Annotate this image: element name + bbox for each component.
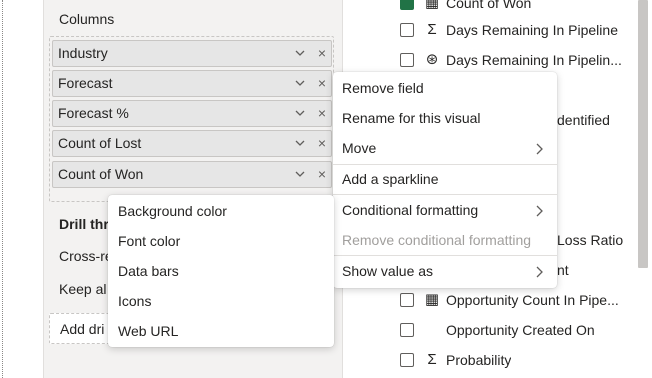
field-row-probability[interactable]: Σ Probability bbox=[398, 349, 638, 371]
chevron-right-icon bbox=[536, 266, 543, 278]
checkbox[interactable] bbox=[400, 323, 414, 337]
chevron-down-icon[interactable] bbox=[295, 79, 305, 87]
checkbox[interactable] bbox=[400, 353, 414, 367]
remove-field-icon[interactable]: × bbox=[315, 71, 329, 96]
checkbox[interactable] bbox=[400, 293, 414, 307]
menu-item-label: Show value as bbox=[342, 263, 434, 279]
calculator-icon: ▦ bbox=[424, 291, 440, 308]
field-name: Opportunity Created On bbox=[446, 322, 595, 338]
menu-item-label: Background color bbox=[118, 203, 227, 219]
submenu-item-web-url[interactable]: Web URL bbox=[108, 316, 334, 346]
checkbox-checked[interactable] bbox=[400, 0, 414, 10]
field-row-days-remaining-hierarchy[interactable]: ⊛ Days Remaining In Pipelin... bbox=[398, 49, 638, 71]
field-row-days-remaining[interactable]: Σ Days Remaining In Pipeline bbox=[398, 19, 638, 41]
menu-item-label: Rename for this visual bbox=[342, 110, 481, 126]
column-field-forecast[interactable]: Forecast × bbox=[52, 70, 332, 97]
calculator-icon: ▦ bbox=[424, 0, 440, 11]
menu-item-label: Move bbox=[342, 140, 377, 156]
chevron-right-icon bbox=[536, 205, 543, 217]
field-label: Count of Won bbox=[58, 166, 144, 182]
field-context-menu: Remove field Rename for this visual Move… bbox=[333, 72, 557, 288]
menu-item-label: Icons bbox=[118, 293, 152, 309]
fields-scrollbar[interactable] bbox=[638, 0, 648, 268]
menu-item-add-sparkline[interactable]: Add a sparkline bbox=[333, 164, 557, 194]
remove-field-icon[interactable]: × bbox=[315, 131, 329, 156]
field-label-fragment: dentified bbox=[557, 112, 610, 128]
field-name: Days Remaining In Pipeline bbox=[446, 22, 618, 38]
chevron-down-icon[interactable] bbox=[295, 49, 305, 57]
field-label: Forecast bbox=[58, 75, 113, 91]
checkbox[interactable] bbox=[400, 53, 414, 67]
menu-item-move[interactable]: Move bbox=[333, 133, 557, 163]
keep-all-filters-label: Keep al bbox=[59, 281, 107, 297]
field-name: Opportunity Count In Pipe... bbox=[446, 292, 619, 308]
field-row-count-of-won[interactable]: ▦ Count of Won bbox=[398, 0, 638, 14]
menu-item-label: Remove conditional formatting bbox=[342, 232, 532, 248]
sigma-icon: Σ bbox=[427, 21, 437, 38]
field-row-opportunity-count[interactable]: ▦ Opportunity Count In Pipe... bbox=[398, 289, 638, 311]
field-label: Industry bbox=[58, 45, 108, 61]
remove-field-icon[interactable]: × bbox=[315, 162, 329, 187]
conditional-formatting-submenu: Background color Font color Data bars Ic… bbox=[108, 195, 334, 347]
hierarchy-icon: ⊛ bbox=[425, 51, 439, 68]
submenu-item-data-bars[interactable]: Data bars bbox=[108, 256, 334, 286]
column-field-count-of-won[interactable]: Count of Won × bbox=[52, 161, 332, 188]
dotted-divider bbox=[2, 0, 3, 378]
submenu-item-background-color[interactable]: Background color bbox=[108, 196, 334, 226]
field-label-fragment: Loss Ratio bbox=[557, 232, 624, 248]
field-name: Days Remaining In Pipelin... bbox=[446, 52, 622, 68]
cross-report-label: Cross-re bbox=[59, 248, 113, 264]
menu-item-label: Remove field bbox=[342, 80, 424, 96]
menu-item-label: Data bars bbox=[118, 263, 179, 279]
menu-item-remove-conditional-formatting: Remove conditional formatting bbox=[333, 225, 557, 255]
drill-through-title: Drill thr bbox=[59, 216, 109, 232]
menu-item-label: Web URL bbox=[118, 323, 179, 339]
chevron-down-icon[interactable] bbox=[295, 139, 305, 147]
field-name: Count of Won bbox=[446, 0, 532, 11]
field-label-fragment: nt bbox=[557, 262, 569, 278]
field-name: Probability bbox=[446, 352, 512, 368]
chevron-down-icon[interactable] bbox=[295, 109, 305, 117]
field-row-opportunity-created-on[interactable]: Opportunity Created On bbox=[398, 319, 638, 341]
field-label: Forecast % bbox=[58, 105, 129, 121]
column-field-forecast-percent[interactable]: Forecast % × bbox=[52, 100, 332, 127]
menu-item-label: Add a sparkline bbox=[342, 171, 439, 187]
column-field-industry[interactable]: Industry × bbox=[52, 40, 332, 67]
remove-field-icon[interactable]: × bbox=[315, 41, 329, 66]
submenu-item-icons[interactable]: Icons bbox=[108, 286, 334, 316]
menu-item-label: Font color bbox=[118, 233, 181, 249]
chevron-right-icon bbox=[536, 143, 543, 155]
menu-item-rename-for-visual[interactable]: Rename for this visual bbox=[333, 103, 557, 133]
columns-section-title: Columns bbox=[59, 11, 115, 27]
submenu-item-font-color[interactable]: Font color bbox=[108, 226, 334, 256]
menu-item-label: Conditional formatting bbox=[342, 202, 479, 218]
menu-item-conditional-formatting[interactable]: Conditional formatting bbox=[333, 195, 557, 225]
checkbox[interactable] bbox=[400, 23, 414, 37]
column-field-count-of-lost[interactable]: Count of Lost × bbox=[52, 130, 332, 157]
add-drill-through-label: Add dri bbox=[60, 321, 105, 337]
menu-item-remove-field[interactable]: Remove field bbox=[333, 73, 557, 103]
remove-field-icon[interactable]: × bbox=[315, 101, 329, 126]
chevron-down-icon[interactable] bbox=[295, 170, 305, 178]
menu-item-show-value-as[interactable]: Show value as bbox=[333, 256, 557, 286]
sigma-icon: Σ bbox=[427, 351, 437, 368]
field-label: Count of Lost bbox=[58, 135, 142, 151]
